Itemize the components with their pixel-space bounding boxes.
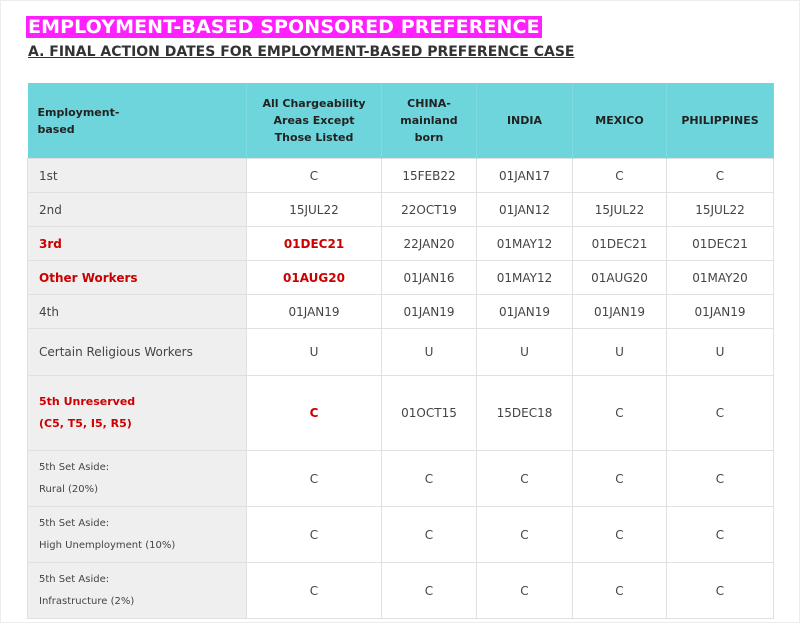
table-cell: 01JAN19: [666, 294, 774, 329]
table-cell: C: [666, 158, 774, 193]
table-cell: 22JAN20: [381, 226, 477, 261]
table-row: 5th Set Aside: Infrastructure (2%) C C C…: [27, 562, 774, 619]
table-cell: C: [572, 158, 667, 193]
header-china: CHINA- mainland born: [381, 83, 477, 159]
table-cell: 01JAN16: [381, 260, 477, 295]
header-philippines: PHILIPPINES: [666, 83, 774, 159]
table-cell: C: [246, 375, 382, 451]
table-cell: C: [381, 562, 477, 619]
table-row: 5th Unreserved (C5, T5, I5, R5) C 01OCT1…: [27, 375, 774, 451]
table-cell: 01DEC21: [572, 226, 667, 261]
table-cell: 15JUL22: [246, 192, 382, 227]
table-cell: C: [666, 506, 774, 563]
table-cell: C: [246, 450, 382, 507]
table-cell: 15JUL22: [572, 192, 667, 227]
table-cell: C: [381, 506, 477, 563]
table-cell: C: [381, 450, 477, 507]
table-cell: U: [572, 328, 667, 376]
table-cell: 01DEC21: [666, 226, 774, 261]
table-cell: 01JAN19: [476, 294, 573, 329]
table-row: 5th Set Aside: Rural (20%) C C C C C: [27, 450, 774, 507]
table-cell: C: [476, 506, 573, 563]
table-cell: C: [666, 450, 774, 507]
table-cell: 01MAY12: [476, 260, 573, 295]
header-all-chargeability: All Chargeability Areas Except Those Lis…: [246, 83, 382, 159]
row-label: 5th Set Aside: Infrastructure (2%): [27, 562, 247, 619]
table-cell: 01MAY12: [476, 226, 573, 261]
table-cell: 01MAY20: [666, 260, 774, 295]
section-subtitle: A. FINAL ACTION DATES FOR EMPLOYMENT-BAS…: [28, 44, 575, 60]
table-cell: U: [381, 328, 477, 376]
table-cell: 01DEC21: [246, 226, 382, 261]
table-cell: C: [572, 562, 667, 619]
row-label: 5th Unreserved (C5, T5, I5, R5): [27, 375, 247, 451]
table-cell: 01JAN17: [476, 158, 573, 193]
table-cell: C: [572, 450, 667, 507]
table-cell: 01JAN19: [572, 294, 667, 329]
row-label: 2nd: [27, 192, 247, 227]
final-action-dates-table: Employment- based All Chargeability Area…: [27, 83, 774, 619]
table-cell: 01AUG20: [572, 260, 667, 295]
table-cell: U: [246, 328, 382, 376]
table-cell: 01JAN19: [381, 294, 477, 329]
table-row: 4th 01JAN19 01JAN19 01JAN19 01JAN19 01JA…: [27, 294, 774, 329]
table-header-row: Employment- based All Chargeability Area…: [27, 83, 774, 159]
table-cell: 01AUG20: [246, 260, 382, 295]
table-cell: 15JUL22: [666, 192, 774, 227]
header-india: INDIA: [476, 83, 573, 159]
table-cell: 01JAN12: [476, 192, 573, 227]
row-label: 1st: [27, 158, 247, 193]
table-row: 2nd 15JUL22 22OCT19 01JAN12 15JUL22 15JU…: [27, 192, 774, 227]
table-cell: 15DEC18: [476, 375, 573, 451]
table-cell: C: [246, 506, 382, 563]
table-cell: C: [476, 562, 573, 619]
table-cell: C: [666, 375, 774, 451]
row-label: 5th Set Aside: Rural (20%): [27, 450, 247, 507]
table-cell: U: [666, 328, 774, 376]
header-mexico: MEXICO: [572, 83, 667, 159]
row-label: Other Workers: [27, 260, 247, 295]
table-cell: U: [476, 328, 573, 376]
table-row: 5th Set Aside: High Unemployment (10%) C…: [27, 506, 774, 563]
row-label: 4th: [27, 294, 247, 329]
table-cell: C: [246, 562, 382, 619]
page-title: EMPLOYMENT-BASED SPONSORED PREFERENCE: [26, 16, 542, 38]
row-label: 3rd: [27, 226, 247, 261]
row-label: Certain Religious Workers: [27, 328, 247, 376]
table-cell: 22OCT19: [381, 192, 477, 227]
table-cell: C: [246, 158, 382, 193]
table-row: 3rd 01DEC21 22JAN20 01MAY12 01DEC21 01DE…: [27, 226, 774, 261]
table-cell: C: [476, 450, 573, 507]
header-employment-based: Employment- based: [27, 83, 247, 159]
table-row: Certain Religious Workers U U U U U: [27, 328, 774, 376]
table-row: 1st C 15FEB22 01JAN17 C C: [27, 158, 774, 193]
row-label: 5th Set Aside: High Unemployment (10%): [27, 506, 247, 563]
table-cell: 15FEB22: [381, 158, 477, 193]
table-cell: C: [572, 506, 667, 563]
table-cell: C: [572, 375, 667, 451]
table-cell: C: [666, 562, 774, 619]
table-cell: 01JAN19: [246, 294, 382, 329]
table-row: Other Workers 01AUG20 01JAN16 01MAY12 01…: [27, 260, 774, 295]
table-cell: 01OCT15: [381, 375, 477, 451]
